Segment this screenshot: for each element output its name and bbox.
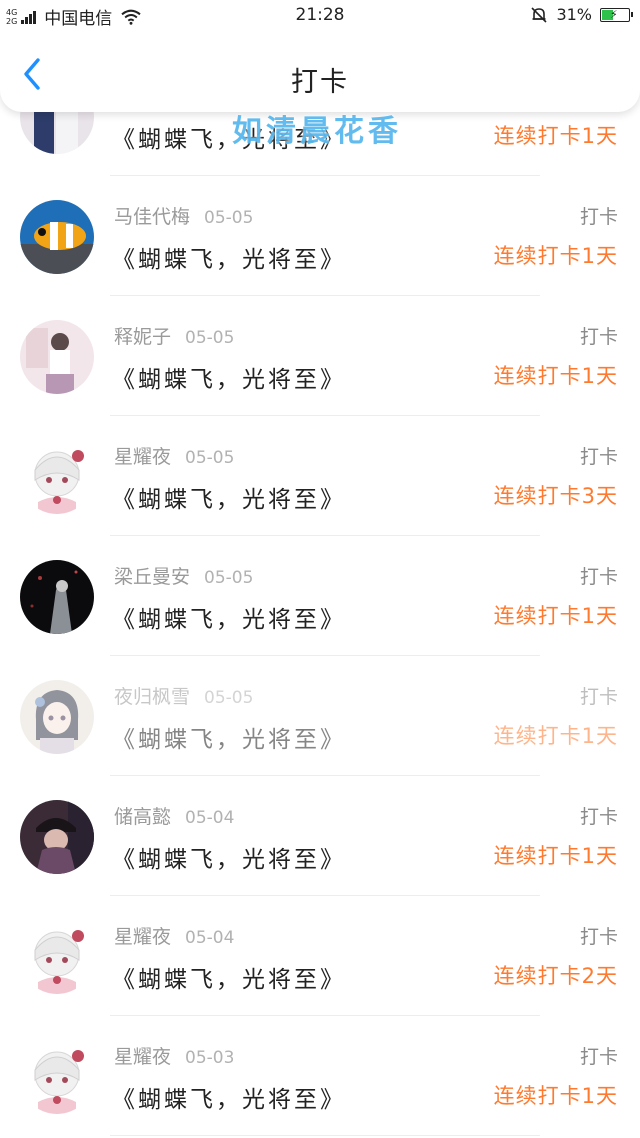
book-title: 《蝴蝶飞，光将至》 <box>112 1087 346 1113</box>
avatar[interactable] <box>20 320 94 394</box>
battery-percent: 31% <box>556 5 592 24</box>
avatar[interactable] <box>20 1040 94 1114</box>
record-meta: 星耀夜 05-04 <box>114 922 234 949</box>
status-right: 31% ⚡ <box>530 5 633 24</box>
avatar[interactable] <box>20 560 94 634</box>
book-title: 《蝴蝶飞，光将至》 <box>112 727 346 753</box>
streak-count: 连续打卡1天 <box>493 604 618 628</box>
bell-mute-icon <box>531 6 548 23</box>
list-item[interactable]: 星耀夜 05-04 《蝴蝶飞，光将至》 打卡 连续打卡2天 <box>0 896 640 1016</box>
divider <box>110 1135 540 1136</box>
book-title: 《蝴蝶飞，光将至》 <box>112 607 346 633</box>
action-label: 打卡 <box>579 806 618 828</box>
record-meta: 马佳代梅 05-05 <box>114 202 253 229</box>
record-meta: 星耀夜 05-03 <box>114 1042 234 1069</box>
list-item[interactable]: 释妮子 05-05 《蝴蝶飞，光将至》 打卡 连续打卡1天 <box>0 296 640 416</box>
user-name[interactable]: 星耀夜 <box>114 1046 171 1068</box>
list-item[interactable]: 夜归枫雪 05-05 《蝴蝶飞，光将至》 打卡 连续打卡1天 <box>0 656 640 776</box>
record-meta: 释妮子 05-05 <box>114 322 234 349</box>
record-date: 05-05 <box>185 448 235 468</box>
streak-count: 连续打卡1天 <box>493 364 618 388</box>
avatar[interactable] <box>20 680 94 754</box>
record-meta: 夜归枫雪 05-05 <box>114 682 253 709</box>
streak-count: 连续打卡2天 <box>493 964 618 988</box>
book-title: 《蝴蝶飞，光将至》 <box>112 967 346 993</box>
checkin-list: 《蝴蝶飞，光将至》 连续打卡1天 马佳代梅 05-05 《蝴蝶飞，光将至》 打卡 … <box>0 56 640 1136</box>
record-meta: 星耀夜 05-05 <box>114 442 234 469</box>
nav-header: 打卡 <box>0 32 640 112</box>
user-name[interactable]: 梁丘曼安 <box>114 566 190 588</box>
book-title: 《蝴蝶飞，光将至》 <box>112 487 346 513</box>
user-name[interactable]: 星耀夜 <box>114 446 171 468</box>
list-item[interactable]: 梁丘曼安 05-05 《蝴蝶飞，光将至》 打卡 连续打卡1天 <box>0 536 640 656</box>
streak-count: 连续打卡3天 <box>493 484 618 508</box>
streak-count: 连续打卡1天 <box>493 1084 618 1108</box>
record-date: 05-04 <box>185 928 235 948</box>
action-label: 打卡 <box>579 686 618 708</box>
status-bar: 4G 2G 中国电信 21:28 31% ⚡ <box>0 0 640 32</box>
user-name[interactable]: 星耀夜 <box>114 926 171 948</box>
record-meta: 梁丘曼安 05-05 <box>114 562 253 589</box>
user-name[interactable]: 马佳代梅 <box>114 206 190 228</box>
avatar[interactable] <box>20 800 94 874</box>
list-item[interactable]: 星耀夜 05-05 《蝴蝶飞，光将至》 打卡 连续打卡3天 <box>0 416 640 536</box>
avatar[interactable] <box>20 440 94 514</box>
record-date: 05-05 <box>204 208 254 228</box>
user-name[interactable]: 释妮子 <box>114 326 171 348</box>
book-title: 《蝴蝶飞，光将至》 <box>112 847 346 873</box>
streak-count: 连续打卡1天 <box>493 244 618 268</box>
record-meta: 储高懿 05-04 <box>114 802 234 829</box>
watermark-text: 如清晨花香 <box>232 114 402 149</box>
streak-count: 连续打卡1天 <box>493 844 618 868</box>
battery-icon: ⚡ <box>600 7 633 22</box>
avatar[interactable] <box>20 920 94 994</box>
action-label: 打卡 <box>579 926 618 948</box>
action-label: 打卡 <box>579 1046 618 1068</box>
avatar[interactable] <box>20 200 94 274</box>
record-date: 05-05 <box>204 568 254 588</box>
action-label: 打卡 <box>579 206 618 228</box>
record-date: 05-05 <box>204 688 254 708</box>
record-date: 05-03 <box>185 1048 235 1068</box>
user-name[interactable]: 储高懿 <box>114 806 171 828</box>
book-title: 《蝴蝶飞，光将至》 <box>112 247 346 273</box>
streak-count: 连续打卡1天 <box>493 124 618 148</box>
action-label: 打卡 <box>579 326 618 348</box>
book-title: 《蝴蝶飞，光将至》 <box>112 367 346 393</box>
streak-count: 连续打卡1天 <box>493 724 618 748</box>
list-item[interactable]: 星耀夜 05-03 《蝴蝶飞，光将至》 打卡 连续打卡1天 <box>0 1016 640 1136</box>
list-item[interactable]: 马佳代梅 05-05 《蝴蝶飞，光将至》 打卡 连续打卡1天 <box>0 176 640 296</box>
record-date: 05-05 <box>185 328 235 348</box>
user-name[interactable]: 夜归枫雪 <box>114 686 190 708</box>
action-label: 打卡 <box>579 446 618 468</box>
record-date: 05-04 <box>185 808 235 828</box>
page-title: 打卡 <box>291 67 349 98</box>
action-label: 打卡 <box>579 566 618 588</box>
list-item[interactable]: 储高懿 05-04 《蝴蝶飞，光将至》 打卡 连续打卡1天 <box>0 776 640 896</box>
